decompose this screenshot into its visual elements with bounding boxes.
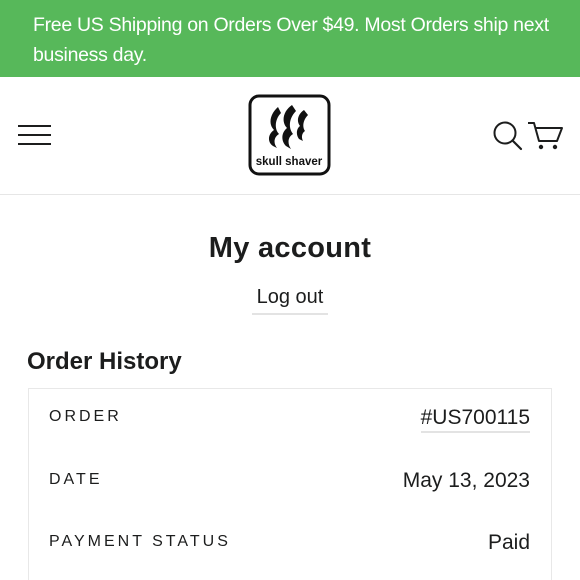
cart-button[interactable] bbox=[527, 119, 565, 153]
hamburger-menu-icon bbox=[18, 125, 51, 127]
order-number-link[interactable]: #US700115 bbox=[420, 406, 530, 433]
announcement-text: Free US Shipping on Orders Over $49. Mos… bbox=[33, 14, 549, 66]
search-icon bbox=[493, 121, 523, 151]
logout-link[interactable]: Log out bbox=[252, 286, 328, 315]
logo-icon: skull shaver bbox=[248, 94, 331, 176]
payment-status-label: PAYMENT STATUS bbox=[49, 533, 231, 550]
payment-status-value: Paid bbox=[487, 531, 530, 554]
announcement-bar: Free US Shipping on Orders Over $49. Mos… bbox=[0, 0, 580, 77]
site-header: skull shaver bbox=[0, 77, 580, 195]
search-button[interactable] bbox=[491, 119, 525, 153]
date-label: DATE bbox=[49, 471, 103, 488]
order-history-title: Order History bbox=[27, 348, 182, 375]
order-number-value: #US700115 bbox=[420, 406, 530, 433]
cart-icon bbox=[528, 122, 563, 150]
skull-shaver-logo[interactable]: skull shaver bbox=[248, 94, 332, 176]
svg-text:skull shaver: skull shaver bbox=[256, 156, 323, 168]
page-title: My account bbox=[208, 232, 372, 264]
menu-button[interactable] bbox=[18, 122, 52, 148]
date-value: May 13, 2023 bbox=[402, 469, 530, 492]
order-card: ORDER #US700115 DATE May 13, 2023 PAYMEN… bbox=[28, 388, 552, 580]
order-label: ORDER bbox=[49, 408, 122, 425]
